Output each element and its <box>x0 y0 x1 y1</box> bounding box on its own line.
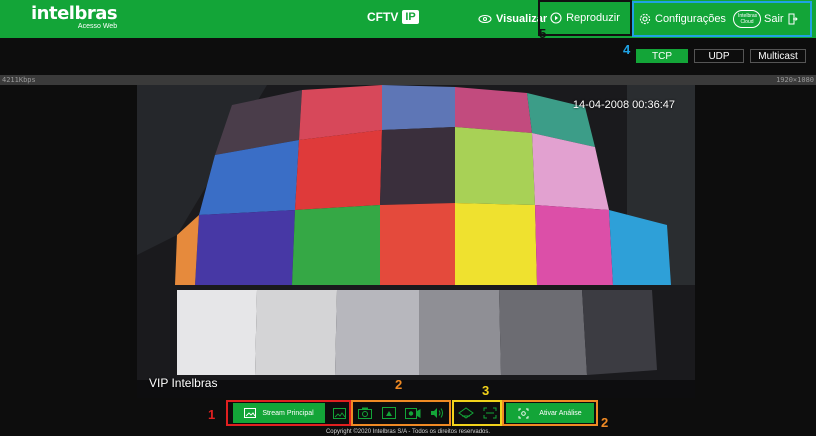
ptz-button[interactable] <box>457 405 475 421</box>
video-record-icon <box>382 407 396 419</box>
live-video-view[interactable]: 14-04-2008 00:36:47 VIP Intelbras <box>137 85 695 398</box>
annotation-label: 4 <box>623 42 631 57</box>
cftv-ip-badge: CFTV IP <box>367 10 419 24</box>
stream-principal-button[interactable]: Stream Principal <box>233 403 325 423</box>
nav-reproduzir[interactable]: Reproduzir <box>538 0 632 36</box>
fullscreen-button[interactable] <box>481 405 499 421</box>
camera-label: VIP Intelbras <box>149 376 218 390</box>
image-icon <box>332 407 346 419</box>
logo-subtitle: Acesso Web <box>77 23 118 30</box>
speaker-icon <box>431 408 443 418</box>
ip-badge: IP <box>402 10 419 24</box>
recording-snapshot-button[interactable] <box>380 405 398 421</box>
ativar-analise-label: Ativar Análise <box>539 409 582 417</box>
analysis-icon <box>518 408 529 418</box>
nav-reproduzir-label: Reproduzir <box>566 12 620 24</box>
record-icon <box>405 407 421 419</box>
nav-visualizar[interactable]: Visualizar <box>478 0 547 38</box>
extra-stream-button[interactable] <box>331 405 347 421</box>
audio-button[interactable] <box>428 405 446 421</box>
protocol-selector: TCP UDP Multicast <box>636 49 806 63</box>
record-button[interactable] <box>404 405 422 421</box>
play-circle-icon <box>550 12 562 24</box>
annotation-label: 3 <box>482 383 490 398</box>
annotation-label: 1 <box>208 407 216 422</box>
cftv-label: CFTV <box>367 10 399 24</box>
video-timestamp: 14-04-2008 00:36:47 <box>572 99 675 111</box>
bitrate-readout: 4211Kbps <box>2 76 36 84</box>
image-icon <box>244 408 257 418</box>
stream-principal-label: Stream Principal <box>262 409 314 417</box>
ativar-analise-button[interactable]: Ativar Análise <box>506 403 594 423</box>
ptz-camera-icon <box>458 407 474 419</box>
annotation-label: 2 <box>395 377 403 392</box>
video-frame-image <box>137 85 695 398</box>
annotation-frame-blue <box>632 1 812 37</box>
eye-icon <box>478 14 492 24</box>
protocol-udp-button[interactable]: UDP <box>694 49 744 63</box>
protocol-multicast-button[interactable]: Multicast <box>750 49 806 63</box>
annotation-label: 5 <box>539 26 547 41</box>
camera-icon <box>358 407 372 419</box>
fullscreen-icon <box>483 407 497 419</box>
intelbras-logo: intelbras Acesso Web <box>31 3 118 31</box>
stream-info-bar: 4211Kbps 1920×1080 <box>0 75 816 85</box>
logo-text: intelbras <box>31 3 118 24</box>
protocol-tcp-button[interactable]: TCP <box>636 49 688 63</box>
resolution-readout: 1920×1080 <box>776 76 814 84</box>
snapshot-button[interactable] <box>356 405 374 421</box>
copyright-footer: Copyright ©2020 Intelbras S/A - Todos os… <box>325 429 491 435</box>
